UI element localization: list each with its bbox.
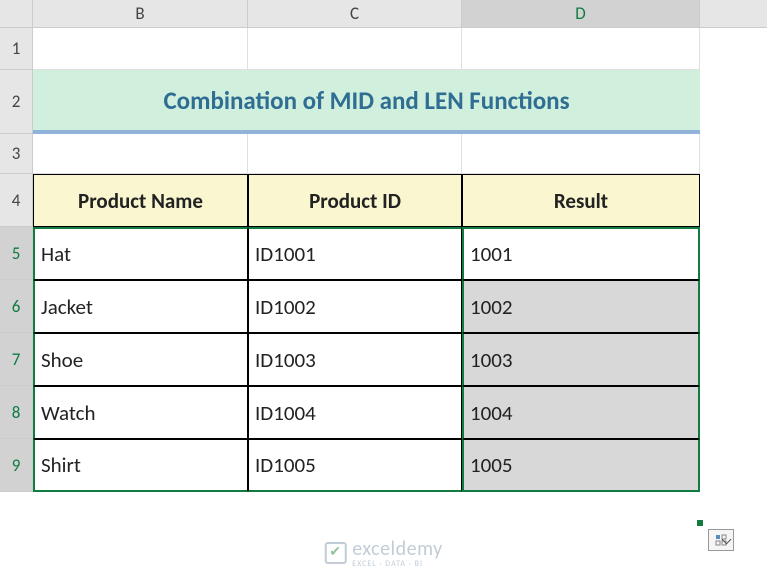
header-product-id[interactable]: Product ID	[248, 174, 462, 227]
col-header-B[interactable]: B	[33, 0, 248, 27]
cell-B8[interactable]: Watch	[33, 386, 248, 439]
col-header-C[interactable]: C	[248, 0, 462, 27]
cell-C9[interactable]: ID1005	[248, 439, 462, 492]
watermark-logo-icon	[324, 542, 346, 564]
cell-C3[interactable]	[248, 134, 462, 174]
cell-C1[interactable]	[248, 28, 462, 70]
cell-B6[interactable]: Jacket	[33, 280, 248, 333]
cell-D8[interactable]: 1004	[462, 386, 700, 439]
row-header-7[interactable]: 7	[0, 333, 32, 386]
row-header-1[interactable]: 1	[0, 28, 32, 70]
cell-D1[interactable]	[462, 28, 700, 70]
row-header-6[interactable]: 6	[0, 280, 32, 333]
title-cell[interactable]: Combination of MID and LEN Functions	[33, 70, 700, 134]
select-all-corner[interactable]	[0, 0, 33, 28]
spreadsheet-grid: Combination of MID and LEN Functions Pro…	[33, 28, 767, 492]
cell-C7[interactable]: ID1003	[248, 333, 462, 386]
fill-handle[interactable]	[696, 519, 704, 527]
row-headers: 1 2 3 4 5 6 7 8 9	[0, 28, 33, 492]
row-header-2[interactable]: 2	[0, 70, 32, 134]
cell-D7[interactable]: 1003	[462, 333, 700, 386]
cell-B7[interactable]: Shoe	[33, 333, 248, 386]
cell-D9[interactable]: 1005	[462, 439, 700, 492]
row-header-9[interactable]: 9	[0, 439, 32, 492]
autofill-options-icon[interactable]	[708, 529, 734, 551]
cell-D3[interactable]	[462, 134, 700, 174]
col-header-D[interactable]: D	[462, 0, 700, 27]
column-headers: B C D	[33, 0, 767, 28]
watermark: exceldemy EXCEL · DATA · BI	[324, 537, 442, 569]
row-header-3[interactable]: 3	[0, 134, 32, 174]
header-product-name[interactable]: Product Name	[33, 174, 248, 227]
cell-D5[interactable]: 1001	[462, 227, 700, 280]
cell-B5[interactable]: Hat	[33, 227, 248, 280]
cell-B3[interactable]	[33, 134, 248, 174]
cell-B1[interactable]	[33, 28, 248, 70]
cell-D6[interactable]: 1002	[462, 280, 700, 333]
cell-B9[interactable]: Shirt	[33, 439, 248, 492]
cell-C8[interactable]: ID1004	[248, 386, 462, 439]
row-header-4[interactable]: 4	[0, 174, 32, 227]
cell-C6[interactable]: ID1002	[248, 280, 462, 333]
cell-C5[interactable]: ID1001	[248, 227, 462, 280]
header-result[interactable]: Result	[462, 174, 700, 227]
row-header-5[interactable]: 5	[0, 227, 32, 280]
row-header-8[interactable]: 8	[0, 386, 32, 439]
watermark-text: exceldemy	[352, 537, 442, 561]
autofill-glyph-icon	[715, 534, 727, 546]
